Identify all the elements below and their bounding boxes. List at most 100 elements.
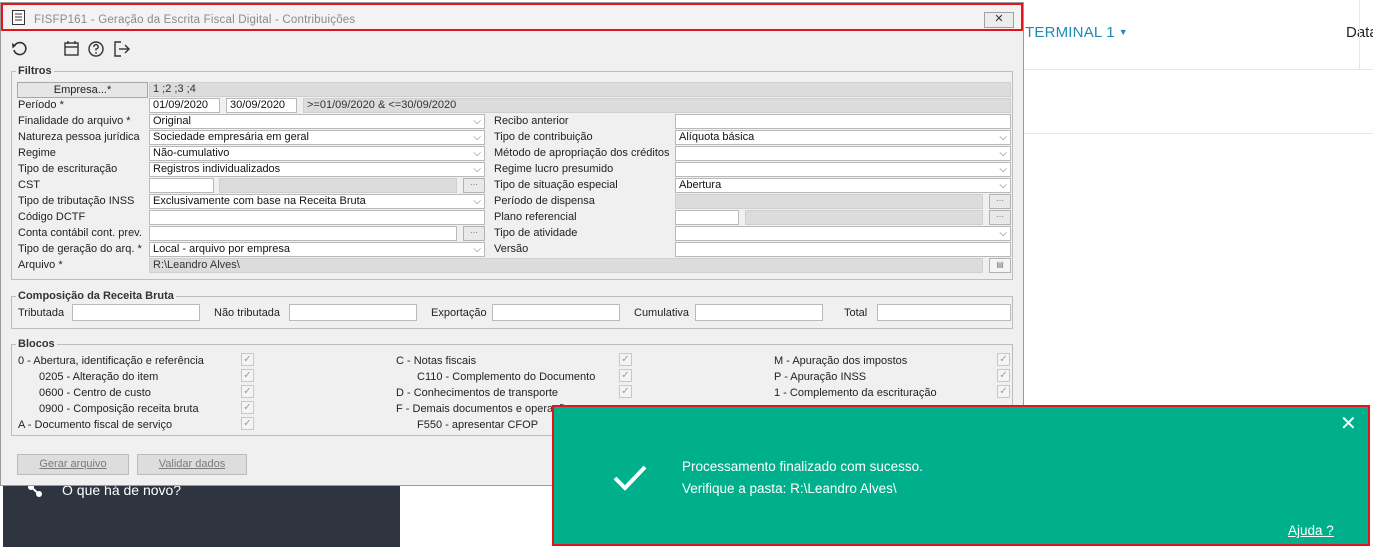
- tipo-geracao-select[interactable]: Local - arquivo por empresa ⌵: [149, 242, 485, 257]
- bloco-a-checkbox[interactable]: ✓: [241, 417, 254, 430]
- plano-referencial-lookup-button[interactable]: ⋯: [989, 210, 1011, 225]
- bloco-c110-checkbox[interactable]: ✓: [619, 369, 632, 382]
- regime-value: Não-cumulativo: [153, 147, 230, 159]
- bloco-f-label: F - Demais documentos e operações: [396, 403, 577, 415]
- chevron-down-icon: ⌵: [473, 148, 481, 159]
- bloco-d-checkbox[interactable]: ✓: [619, 385, 632, 398]
- periodo-dispensa-label: Período de dispensa: [494, 195, 595, 207]
- validar-dados-button[interactable]: Validar dados: [137, 454, 247, 475]
- exportacao-field[interactable]: [492, 304, 620, 321]
- periodo-dispensa-lookup-button[interactable]: ⋯: [989, 194, 1011, 209]
- codigo-dctf-field[interactable]: [149, 210, 485, 225]
- bloco-p-label: P - Apuração INSS: [774, 371, 867, 383]
- chevron-down-icon: ⌵: [473, 196, 481, 207]
- periodo-label: Período *: [18, 99, 64, 111]
- terminal-menu[interactable]: TERMINAL 1 ▼: [1025, 24, 1128, 41]
- cumulativa-field[interactable]: [695, 304, 823, 321]
- tipo-atividade-select[interactable]: ⌵: [675, 226, 1011, 241]
- empresa-field[interactable]: 1 ;2 ;3 ;4: [149, 82, 1011, 97]
- tributada-field[interactable]: [72, 304, 200, 321]
- recibo-label: Recibo anterior: [494, 115, 569, 127]
- refresh-icon[interactable]: [11, 40, 29, 58]
- chevron-down-icon: ⌵: [473, 116, 481, 127]
- situacao-select[interactable]: Abertura ⌵: [675, 178, 1011, 193]
- plano-referencial-field[interactable]: [675, 210, 739, 225]
- finalidade-label: Finalidade do arquivo *: [18, 115, 131, 127]
- versao-field[interactable]: [675, 242, 1011, 257]
- metodo-select[interactable]: ⌵: [675, 146, 1011, 161]
- nao-tributada-label: Não tributada: [214, 307, 281, 319]
- close-button[interactable]: ✕: [984, 12, 1014, 28]
- finalidade-select[interactable]: Original ⌵: [149, 114, 485, 129]
- notification-folder-message: Verifique a pasta: R:\Leandro Alves\: [682, 481, 897, 496]
- nao-tributada-field[interactable]: [289, 304, 417, 321]
- chevron-down-icon: ⌵: [473, 132, 481, 143]
- bloco-0600-checkbox[interactable]: ✓: [241, 385, 254, 398]
- bloco-m-checkbox[interactable]: ✓: [997, 353, 1010, 366]
- cst-field[interactable]: [149, 178, 214, 193]
- periodo-fim-field[interactable]: 30/09/2020: [226, 98, 297, 113]
- tipo-escrituracao-label: Tipo de escrituração: [18, 163, 118, 175]
- close-icon[interactable]: ✕: [1340, 414, 1357, 434]
- bloco-0205-checkbox[interactable]: ✓: [241, 369, 254, 382]
- bloco-1-label: 1 - Complemento da escrituração: [774, 387, 937, 399]
- gerar-arquivo-button[interactable]: Gerar arquivo: [17, 454, 129, 475]
- periodo-expression: >=01/09/2020 & <=30/09/2020: [303, 98, 1011, 113]
- tipo-contribuicao-label: Tipo de contribuição: [494, 131, 593, 143]
- finalidade-value: Original: [153, 115, 191, 127]
- arquivo-field[interactable]: R:\Leandro Alves\: [149, 258, 983, 273]
- versao-label: Versão: [494, 243, 529, 255]
- cumulativa-label: Cumulativa: [634, 307, 690, 319]
- window-titlebar[interactable]: FISFP161 - Geração da Escrita Fiscal Dig…: [1, 3, 1023, 31]
- tipo-tributacao-value: Exclusivamente com base na Receita Bruta: [153, 195, 366, 207]
- bloco-0-checkbox[interactable]: ✓: [241, 353, 254, 366]
- situacao-value: Abertura: [679, 179, 722, 191]
- tipo-contribuicao-select[interactable]: Alíquota básica ⌵: [675, 130, 1011, 145]
- bloco-1-checkbox[interactable]: ✓: [997, 385, 1010, 398]
- periodo-inicio-field[interactable]: 01/09/2020: [149, 98, 220, 113]
- divider: [1024, 69, 1373, 70]
- exportacao-label: Exportação: [431, 307, 487, 319]
- calendar-icon[interactable]: [63, 40, 81, 58]
- natureza-select[interactable]: Sociedade empresária em geral ⌵: [149, 130, 485, 145]
- cst-description: [219, 178, 457, 193]
- tipo-geracao-label: Tipo de geração do arq. *: [18, 243, 142, 255]
- bloco-0900-checkbox[interactable]: ✓: [241, 401, 254, 414]
- help-icon[interactable]: [87, 40, 105, 58]
- bloco-c-checkbox[interactable]: ✓: [619, 353, 632, 366]
- bloco-c-label: C - Notas fiscais: [396, 355, 477, 367]
- success-notification: Processamento finalizado com sucesso. Ve…: [552, 405, 1370, 546]
- metodo-label: Método de apropriação dos créditos: [494, 147, 670, 159]
- bloco-p-checkbox[interactable]: ✓: [997, 369, 1010, 382]
- chevron-down-icon: ▼: [1118, 27, 1128, 37]
- tipo-contribuicao-value: Alíquota básica: [679, 131, 755, 143]
- conta-contabil-lookup-button[interactable]: ⋯: [463, 226, 485, 241]
- conta-contabil-field[interactable]: [149, 226, 457, 241]
- natureza-label: Natureza pessoa jurídica: [18, 131, 140, 143]
- bloco-a-label: A - Documento fiscal de serviço: [18, 419, 173, 431]
- total-field[interactable]: [877, 304, 1011, 321]
- group-title: Blocos: [16, 338, 57, 350]
- tipo-tributacao-label: Tipo de tributação INSS: [18, 195, 135, 207]
- chevron-down-icon: ⌵: [473, 164, 481, 175]
- plano-referencial-description: [745, 210, 983, 225]
- regime-lucro-select[interactable]: ⌵: [675, 162, 1011, 177]
- bloco-d-label: D - Conhecimentos de transporte: [396, 387, 559, 399]
- empresa-button[interactable]: Empresa...*: [17, 82, 148, 98]
- help-link[interactable]: Ajuda ?: [1288, 523, 1334, 538]
- regime-label: Regime: [18, 147, 56, 159]
- cst-label: CST: [18, 179, 40, 191]
- exit-icon[interactable]: [113, 40, 131, 58]
- arquivo-label: Arquivo *: [18, 259, 63, 271]
- tipo-escrituracao-select[interactable]: Registros individualizados ⌵: [149, 162, 485, 177]
- folder-icon[interactable]: ▤: [989, 258, 1011, 273]
- recibo-field[interactable]: [675, 114, 1011, 129]
- tipo-atividade-label: Tipo de atividade: [494, 227, 578, 239]
- situacao-label: Tipo de situação especial: [494, 179, 618, 191]
- cst-lookup-button[interactable]: ⋯: [463, 178, 485, 193]
- regime-select[interactable]: Não-cumulativo ⌵: [149, 146, 485, 161]
- chevron-down-icon: ⌵: [999, 180, 1007, 191]
- bloco-0205-label: 0205 - Alteração do item: [39, 371, 159, 383]
- tipo-tributacao-select[interactable]: Exclusivamente com base na Receita Bruta…: [149, 194, 485, 209]
- regime-lucro-label: Regime lucro presumido: [494, 163, 614, 175]
